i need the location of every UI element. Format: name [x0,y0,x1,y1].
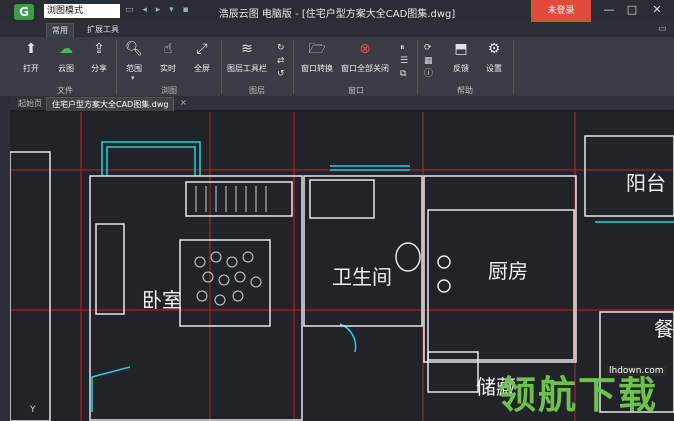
cloud-label: 云图 [58,64,74,73]
wardrobe [185,181,293,217]
group-label-file: 文件 [57,86,73,95]
left-side-strip [0,96,10,421]
folder-switch-icon: 🗁︎ [308,41,326,57]
stove-burner [437,279,451,293]
window-layout-tools[interactable]: ⏸ ☰ ⧉ [400,42,408,81]
sink [427,351,479,393]
ribbon-collapse-icon[interactable]: ▭ [658,24,667,34]
bathtub [309,179,375,219]
bathroom-walls [303,175,423,327]
room-label-kitchen: 厨房 [488,259,528,283]
open-icon: ⬆ [25,41,37,57]
toilet [395,242,421,272]
range-button[interactable]: 🔍︎ 范围 [119,41,149,74]
minimize-button[interactable]: — [600,2,618,18]
left-wall [10,151,51,421]
zoom-range-icon: 🔍︎ [125,41,143,57]
layer-toolbar-label: 图层工具栏 [227,64,267,73]
cloud-icon: ☁ [59,41,73,57]
group-label-window: 窗口 [348,86,364,95]
window-switch-button[interactable]: 🗁︎ 窗口转换 [298,41,336,74]
range-label: 范围 [126,64,142,73]
login-button[interactable]: 未登录 [531,0,591,22]
layers-icon: ≋ [241,41,253,57]
group-label-help: 帮助 [457,86,473,95]
tab-common[interactable]: 常用 [46,23,74,38]
close-all-windows-icon: ⊗ [359,41,371,57]
door-swing [91,366,131,412]
layer-small-tools[interactable]: ↻ ⇄ ↺ [277,42,285,81]
share-icon: ⇪ [93,41,105,57]
close-tab-icon[interactable]: × [180,98,187,107]
hand-pan-icon: ☝ [163,41,173,57]
window-switch-label: 窗口转换 [301,64,333,73]
settings-label: 设置 [486,64,502,73]
fullscreen-label: 全屏 [194,64,210,73]
axis-y-label: Y [29,405,36,415]
bed [179,239,271,327]
stove-burner [437,255,451,269]
window-close-all-button[interactable]: ⊗ 窗口全部关闭 [340,41,390,74]
share-button[interactable]: ⇪ 分享 [84,41,114,74]
chevron-down-icon[interactable]: ▾ [131,74,135,82]
feedback-icon: ⬒ [454,41,468,57]
open-label: 打开 [23,64,39,73]
fullscreen-button[interactable]: ⤢ 全屏 [187,41,217,74]
restore-button[interactable]: □ [623,2,641,18]
window-frame [106,146,196,176]
tab-extended-tools[interactable]: 扩展工具 [82,23,124,37]
window-close-all-label: 窗口全部关闭 [341,64,389,73]
group-divider [116,40,117,94]
close-button[interactable]: ✕ [648,2,666,18]
realtime-button[interactable]: ☝ 实时 [153,41,183,74]
door-swing [339,323,357,353]
realtime-label: 实时 [160,64,176,73]
desk [95,223,125,315]
layer-toolbar-button[interactable]: ≋ 图层工具栏 [226,41,268,74]
watermark-url: lhdown.com [606,366,667,376]
fullscreen-icon: ⤢ [196,41,208,57]
room-label-dining: 餐 [654,317,674,341]
group-divider [293,40,294,94]
gear-icon: ⚙ [487,41,501,57]
share-label: 分享 [91,64,107,73]
group-label-layer: 图层 [249,86,265,95]
feedback-label: 反馈 [453,64,469,73]
group-label-view: 浏图 [161,86,177,95]
feedback-button[interactable]: ⬒ 反馈 [446,41,476,74]
open-button[interactable]: ⬆ 打开 [16,41,46,74]
room-label-bathroom: 卫生间 [332,265,392,289]
room-label-balcony: 阳台 [626,171,666,195]
tab-start-page[interactable]: 起始页 [18,98,42,109]
room-label-bedroom: 卧室 [142,288,182,312]
help-small-tools[interactable]: ⟳ ▦ ⓘ [424,42,433,81]
cloud-button[interactable]: ☁ 云图 [51,41,81,74]
settings-button[interactable]: ⚙ 设置 [479,41,509,74]
tab-active-drawing[interactable]: 住宅户型方案大全CAD图集.dwg [46,97,175,111]
group-divider [513,40,514,94]
